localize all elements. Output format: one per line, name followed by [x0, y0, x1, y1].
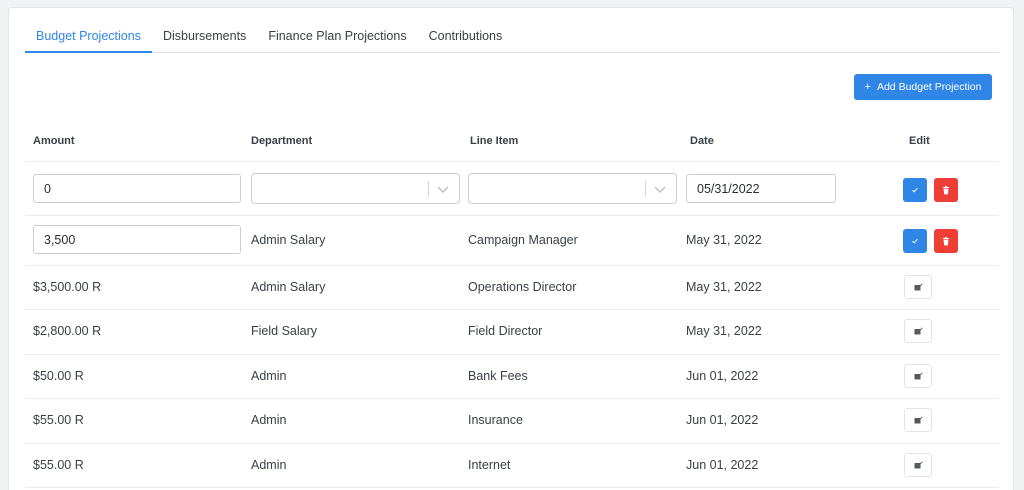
check-icon [912, 187, 918, 193]
column-header-amount: Amount [33, 135, 75, 147]
divider [25, 487, 999, 488]
trash-icon [943, 185, 949, 194]
select-separator [645, 181, 646, 197]
date-cell: Jun 01, 2022 [686, 458, 759, 472]
column-header-department: Department [251, 135, 313, 147]
confirm-button[interactable] [903, 229, 927, 253]
amount-cell: $2,800.00 R [33, 324, 102, 338]
divider [25, 215, 999, 216]
plus-icon: + [864, 81, 871, 93]
edit-icon [914, 327, 923, 335]
budget-card: Budget Projections Disbursements Finance… [8, 7, 1014, 490]
amount-input[interactable]: 0 [33, 174, 241, 203]
tab-bar: Budget Projections Disbursements Finance… [25, 24, 999, 53]
date-cell: May 31, 2022 [686, 280, 762, 294]
date-cell: May 31, 2022 [686, 324, 762, 338]
select-separator [428, 181, 429, 197]
tab-budget-projections[interactable]: Budget Projections [25, 24, 152, 53]
divider [25, 309, 999, 310]
delete-button[interactable] [934, 229, 958, 253]
column-header-edit: Edit [909, 135, 930, 147]
edit-button[interactable] [904, 275, 932, 299]
department-cell: Admin [251, 413, 287, 427]
line-item-cell: Field Director [468, 324, 543, 338]
chevron-down-icon[interactable] [653, 181, 667, 197]
delete-button[interactable] [934, 178, 958, 202]
column-header-line-item: Line Item [470, 135, 519, 147]
edit-icon [914, 372, 923, 380]
line-item-cell: Bank Fees [468, 369, 528, 383]
line-item-cell: Internet [468, 458, 511, 472]
line-item-cell: Campaign Manager [468, 233, 578, 247]
edit-button[interactable] [904, 408, 932, 432]
add-budget-projection-label: Add Budget Projection [876, 81, 982, 93]
date-cell: Jun 01, 2022 [686, 369, 759, 383]
column-header-date: Date [690, 135, 714, 147]
line-item-cell: Insurance [468, 413, 523, 427]
add-budget-projection-button[interactable]: + Add Budget Projection [854, 74, 992, 100]
amount-cell: $55.00 R [33, 413, 84, 427]
trash-icon [943, 236, 949, 245]
divider [25, 443, 999, 444]
department-cell: Admin [251, 369, 287, 383]
department-cell: Admin [251, 458, 287, 472]
chevron-down-icon[interactable] [436, 181, 450, 197]
amount-cell: $50.00 R [33, 369, 84, 383]
tab-disbursements[interactable]: Disbursements [152, 24, 257, 53]
edit-icon [914, 416, 923, 424]
tab-finance-plan-projections[interactable]: Finance Plan Projections [257, 24, 417, 53]
amount-cell: $55.00 R [33, 458, 84, 472]
department-cell: Admin Salary [251, 280, 326, 294]
amount-input[interactable]: 3,500 [33, 225, 241, 254]
edit-icon [914, 461, 923, 469]
department-select[interactable] [251, 173, 460, 204]
edit-button[interactable] [904, 319, 932, 343]
date-cell: May 31, 2022 [686, 233, 762, 247]
edit-button[interactable] [904, 364, 932, 388]
department-cell: Field Salary [251, 324, 317, 338]
line-item-select[interactable] [468, 173, 677, 204]
divider [25, 265, 999, 266]
confirm-button[interactable] [903, 178, 927, 202]
department-cell: Admin Salary [251, 233, 326, 247]
amount-cell: $3,500.00 R [33, 280, 102, 294]
date-cell: Jun 01, 2022 [686, 413, 759, 427]
check-icon [912, 238, 918, 244]
date-input[interactable]: 05/31/2022 [686, 174, 836, 203]
divider [25, 354, 999, 355]
edit-icon [914, 283, 923, 291]
edit-button[interactable] [904, 453, 932, 477]
divider [25, 398, 999, 399]
line-item-cell: Operations Director [468, 280, 577, 294]
divider [25, 161, 999, 162]
tab-contributions[interactable]: Contributions [418, 24, 514, 53]
